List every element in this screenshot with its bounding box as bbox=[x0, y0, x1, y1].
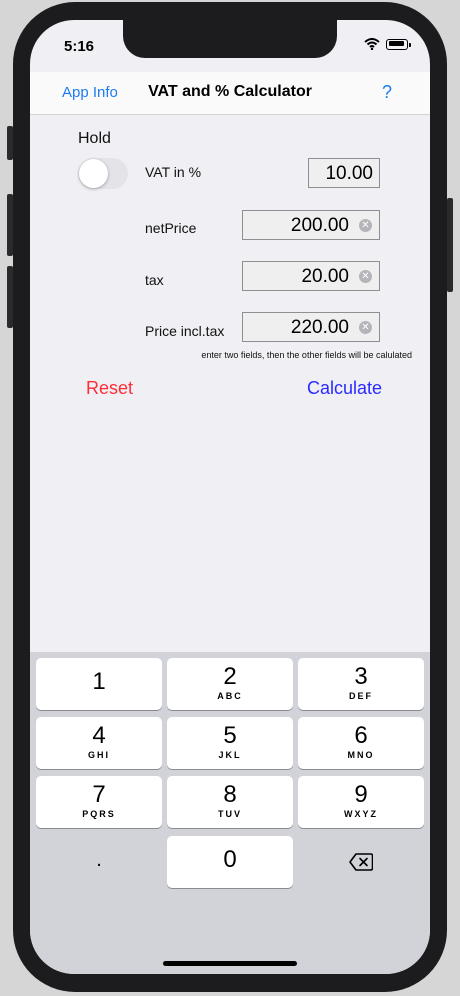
gross-price-label: Price incl.tax bbox=[145, 323, 225, 339]
key-4[interactable]: 4 GHI bbox=[36, 717, 162, 769]
power-button bbox=[447, 198, 453, 292]
tax-label: tax bbox=[145, 272, 164, 288]
page-title: VAT and % Calculator bbox=[148, 83, 312, 100]
hold-label: Hold bbox=[78, 130, 111, 147]
clear-icon[interactable]: ✕ bbox=[359, 219, 372, 232]
key-0[interactable]: 0 bbox=[167, 836, 293, 888]
battery-icon bbox=[386, 38, 411, 50]
screen: 5:16 App Info VAT and % Calculator ? Hol… bbox=[30, 20, 430, 974]
key-digit: 4 bbox=[92, 722, 106, 749]
backspace-icon bbox=[349, 853, 374, 871]
key-digit: 5 bbox=[223, 722, 237, 749]
key-decimal[interactable]: . bbox=[36, 836, 162, 888]
numeric-keypad: 1 2 ABC 3 DEF 4 GHI 5 JKL 6 MNO 7 PQRS 8… bbox=[30, 652, 430, 974]
key-8[interactable]: 8 TUV bbox=[167, 776, 293, 828]
delete-key[interactable] bbox=[298, 836, 424, 888]
key-digit: 6 bbox=[354, 722, 368, 749]
net-price-label: netPrice bbox=[145, 220, 197, 236]
clear-icon[interactable]: ✕ bbox=[359, 321, 372, 334]
key-digit: 8 bbox=[223, 781, 237, 808]
help-button[interactable]: ? bbox=[382, 82, 392, 103]
gross-price-input[interactable]: 220.00 ✕ bbox=[242, 312, 380, 342]
clear-icon[interactable]: ✕ bbox=[359, 270, 372, 283]
status-icons bbox=[364, 38, 411, 50]
key-letters: ABC bbox=[217, 691, 243, 701]
key-letters: WXYZ bbox=[344, 809, 378, 819]
key-letters: PQRS bbox=[82, 809, 116, 819]
key-letters: JKL bbox=[218, 750, 242, 760]
toggle-knob bbox=[79, 159, 108, 188]
navigation-bar: App Info VAT and % Calculator ? bbox=[30, 72, 430, 115]
key-3[interactable]: 3 DEF bbox=[298, 658, 424, 710]
key-7[interactable]: 7 PQRS bbox=[36, 776, 162, 828]
wifi-icon bbox=[364, 38, 380, 50]
home-indicator bbox=[163, 961, 297, 966]
tax-value: 20.00 bbox=[301, 266, 349, 287]
key-digit: . bbox=[96, 849, 102, 871]
vat-label: VAT in % bbox=[145, 164, 202, 180]
key-letters: TUV bbox=[218, 809, 242, 819]
hint-text: enter two fields, then the other fields … bbox=[201, 350, 412, 360]
net-price-value: 200.00 bbox=[290, 215, 349, 236]
key-letters: GHI bbox=[87, 750, 110, 760]
net-price-input[interactable]: 200.00 ✕ bbox=[242, 210, 380, 240]
key-letters: DEF bbox=[349, 691, 373, 701]
key-digit: 1 bbox=[92, 668, 106, 695]
key-1[interactable]: 1 bbox=[36, 658, 162, 710]
key-2[interactable]: 2 ABC bbox=[167, 658, 293, 710]
vat-value: 10.00 bbox=[325, 163, 373, 184]
tax-input[interactable]: 20.00 ✕ bbox=[242, 261, 380, 291]
status-time: 5:16 bbox=[64, 38, 95, 55]
key-digit: 3 bbox=[354, 663, 368, 690]
mute-switch bbox=[7, 126, 13, 160]
notch bbox=[123, 20, 337, 58]
volume-down-button bbox=[7, 266, 13, 328]
key-digit: 9 bbox=[354, 781, 368, 808]
key-digit: 7 bbox=[92, 781, 106, 808]
key-letters: MNO bbox=[347, 750, 375, 760]
calculate-button[interactable]: Calculate bbox=[307, 378, 382, 399]
reset-button[interactable]: Reset bbox=[86, 378, 133, 399]
vat-input[interactable]: 10.00 bbox=[308, 158, 380, 188]
hold-toggle[interactable] bbox=[78, 158, 128, 189]
key-9[interactable]: 9 WXYZ bbox=[298, 776, 424, 828]
gross-price-value: 220.00 bbox=[290, 317, 349, 338]
key-5[interactable]: 5 JKL bbox=[167, 717, 293, 769]
volume-up-button bbox=[7, 194, 13, 256]
key-6[interactable]: 6 MNO bbox=[298, 717, 424, 769]
key-digit: 0 bbox=[223, 846, 237, 873]
key-digit: 2 bbox=[223, 663, 237, 690]
